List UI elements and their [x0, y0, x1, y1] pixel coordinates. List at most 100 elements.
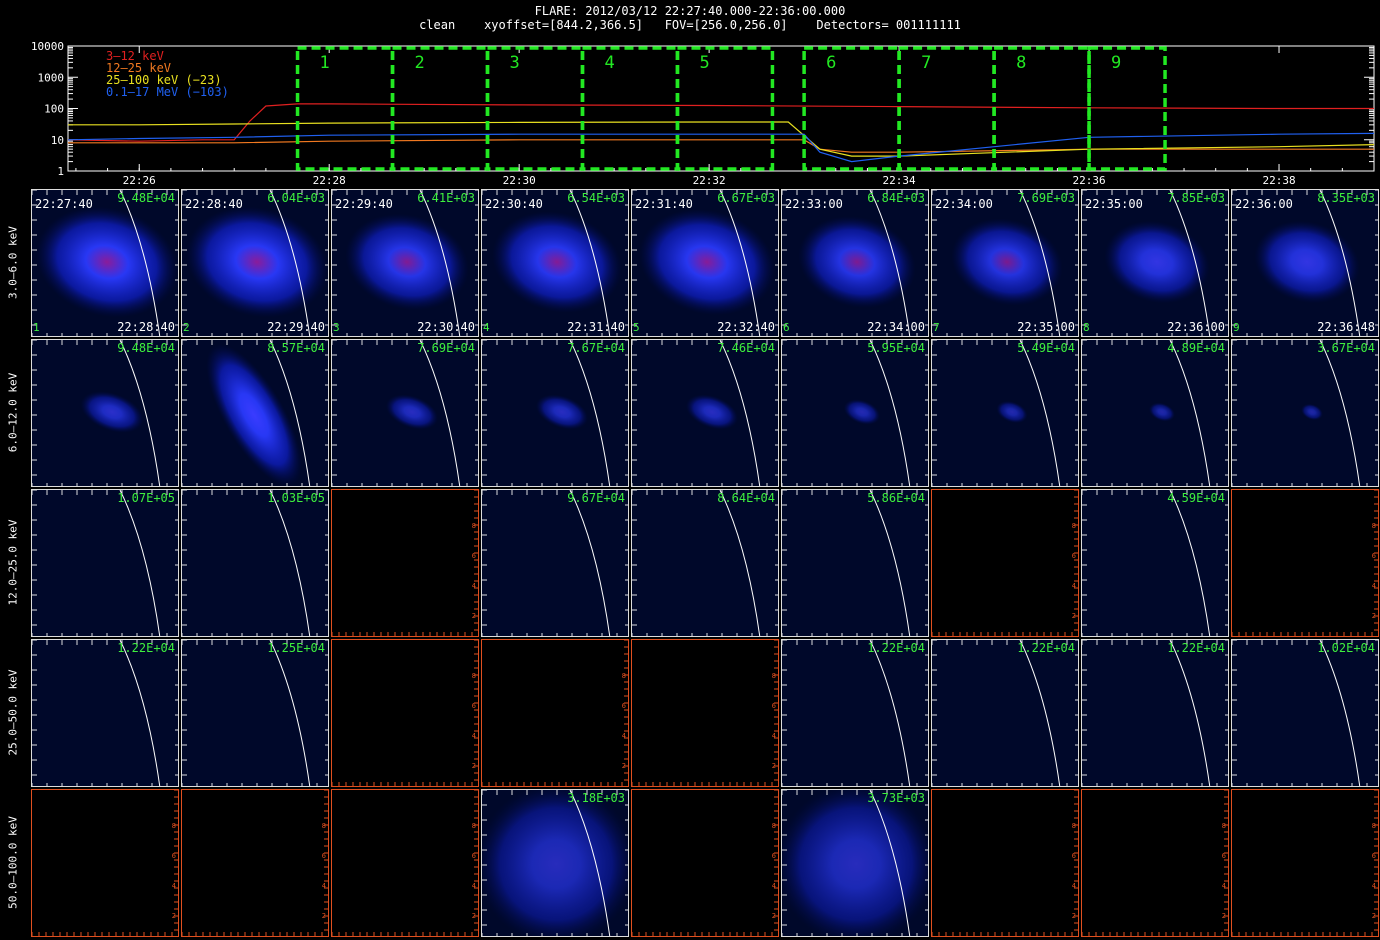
panel-graphic: [632, 190, 778, 336]
y-tick-label: 10: [51, 134, 64, 147]
interval-number: 5: [633, 321, 640, 334]
panel-graphic: 2 4 6 8: [332, 490, 478, 636]
empty-image-panel: 2 4 6 8: [931, 489, 1079, 637]
empty-axis-label: 2: [772, 912, 776, 920]
source-emission: [996, 400, 1028, 424]
flare-image-panel: 9.48E+04 22:27:40 22:28:40 1: [31, 189, 179, 337]
interval-start-time: 22:36:00: [1235, 197, 1293, 211]
max-value-label: 5.86E+04: [867, 491, 925, 505]
empty-axis-label: 4: [1372, 582, 1376, 590]
source-emission: [345, 213, 469, 311]
y-tick-label: 1: [57, 165, 64, 178]
max-value-label: 4.59E+04: [1167, 491, 1225, 505]
empty-axis-label: 2: [772, 762, 776, 770]
panel-graphic: [32, 490, 178, 636]
panel-graphic: 2 4 6 8: [1232, 490, 1378, 636]
interval-label: 9: [1111, 53, 1121, 73]
max-value-label: 7.69E+04: [417, 341, 475, 355]
interval-end-time: 22:28:40: [117, 320, 175, 334]
interval-box: [580, 46, 680, 171]
flare-image-panel: 5.95E+04: [781, 339, 929, 487]
panel-graphic: [1082, 340, 1228, 486]
panel-graphic: [1082, 640, 1228, 786]
interval-label: 8: [1016, 53, 1026, 73]
max-value-label: 1.22E+04: [867, 641, 925, 655]
panel-graphic: [182, 190, 328, 336]
flare-image-panel: 7.67E+04: [481, 339, 629, 487]
energy-band-label: 3.0–6.0 keV: [6, 226, 20, 299]
panel-graphic: [1232, 640, 1378, 786]
empty-axis-label: 6: [472, 852, 476, 860]
panel-graphic: [182, 490, 328, 636]
solar-limb: [119, 490, 161, 636]
y-tick-label: 10000: [31, 40, 64, 53]
x-tick-label: 22:36: [1072, 174, 1105, 186]
interval-box: [485, 46, 585, 171]
source-emission: [385, 394, 439, 430]
interval-number: 1: [33, 321, 40, 334]
solar-limb: [119, 640, 161, 786]
interval-end-time: 22:31:40: [567, 320, 625, 334]
max-value-label: 1.22E+04: [1017, 641, 1075, 655]
source-emission: [798, 216, 916, 308]
empty-axis-label: 4: [772, 882, 776, 890]
max-value-label: 8.64E+04: [717, 491, 775, 505]
panel-graphic: [932, 640, 1078, 786]
interval-start-time: 22:31:40: [635, 197, 693, 211]
panel-graphic: [482, 490, 628, 636]
flare-image-panel: 7.69E+03 22:34:00 22:35:00 7: [931, 189, 1079, 337]
source-emission: [206, 344, 302, 486]
max-value-label: 6.84E+03: [867, 191, 925, 205]
flare-image-panel: 1.22E+04: [781, 639, 929, 787]
interval-end-time: 22:35:00: [1017, 320, 1075, 334]
panel-graphic: 2 4 6 8: [32, 790, 178, 936]
interval-end-time: 22:36:00: [1167, 320, 1225, 334]
panel-graphic: [332, 190, 478, 336]
empty-axis-label: 6: [1222, 852, 1226, 860]
empty-image-panel: 2 4 6 8: [331, 489, 479, 637]
panel-graphic: [782, 790, 928, 936]
solar-limb: [1169, 490, 1211, 636]
interval-start-time: 22:29:40: [335, 197, 393, 211]
panel-graphic: [482, 340, 628, 486]
energy-band-label: 12.0–25.0 keV: [6, 519, 20, 606]
panel-graphic: 2 4 6 8: [932, 490, 1078, 636]
panel-graphic: [932, 340, 1078, 486]
panel-graphic: 2 4 6 8: [632, 790, 778, 936]
panel-graphic: [782, 640, 928, 786]
interval-label: 1: [320, 53, 330, 73]
empty-image-panel: 2 4 6 8: [181, 789, 329, 937]
panel-graphic: 2 4 6 8: [1232, 790, 1378, 936]
max-value-label: 1.07E+05: [117, 491, 175, 505]
panel-graphic: [482, 790, 628, 936]
panel-graphic: 2 4 6 8: [182, 790, 328, 936]
flare-image-panel: 3.73E+03: [781, 789, 929, 937]
panel-graphic: [1232, 340, 1378, 486]
max-value-label: 5.95E+04: [867, 341, 925, 355]
max-value-label: 1.22E+04: [1167, 641, 1225, 655]
interval-start-time: 22:27:40: [35, 197, 93, 211]
max-value-label: 6.67E+03: [717, 191, 775, 205]
empty-axis-label: 6: [322, 852, 326, 860]
panel-graphic: [32, 340, 178, 486]
empty-axis-label: 6: [172, 852, 176, 860]
empty-image-panel: 2 4 6 8: [331, 639, 479, 787]
flare-image-panel: 5.49E+04: [931, 339, 1079, 487]
max-value-label: 7.69E+03: [1017, 191, 1075, 205]
empty-axis-label: 2: [1072, 912, 1076, 920]
empty-image-panel: 2 4 6 8: [931, 789, 1079, 937]
solar-limb: [1169, 340, 1211, 486]
panel-graphic: 2 4 6 8: [632, 640, 778, 786]
flare-image-panel: 1.07E+05: [31, 489, 179, 637]
empty-axis-label: 6: [1072, 552, 1076, 560]
source-emission: [639, 208, 775, 316]
empty-axis-label: 6: [772, 702, 776, 710]
empty-axis-label: 6: [1372, 852, 1376, 860]
empty-axis-label: 6: [472, 702, 476, 710]
empty-axis-label: 4: [1372, 882, 1376, 890]
solar-limb: [869, 490, 911, 636]
flare-image-panel: 3.18E+03: [481, 789, 629, 937]
empty-axis-label: 4: [172, 882, 176, 890]
source-emission: [1148, 402, 1176, 422]
flare-image-panel: 4.59E+04: [1081, 489, 1229, 637]
